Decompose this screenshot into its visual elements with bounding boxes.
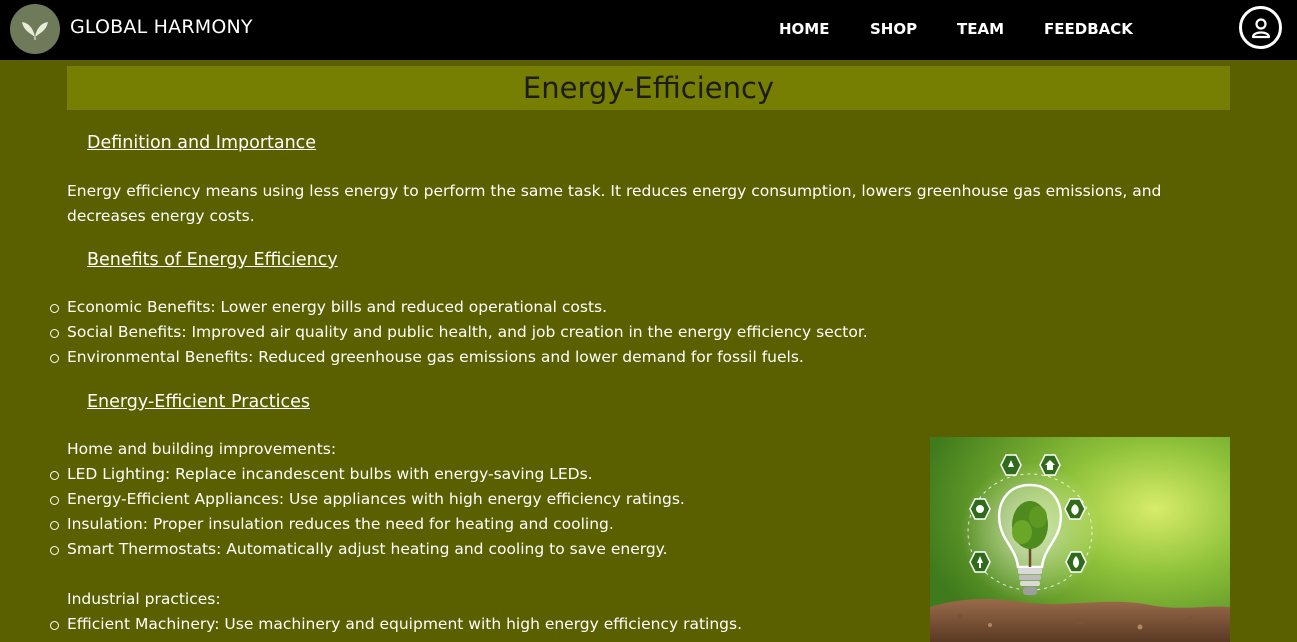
home-improvements-label: Home and building improvements: (67, 440, 337, 458)
section-heading-definition: Definition and Importance (87, 133, 317, 153)
user-account-button[interactable] (1239, 6, 1282, 49)
nav-home-link[interactable]: HOME (779, 20, 829, 38)
list-item: Economic Benefits: Lower energy bills an… (50, 295, 868, 320)
list-item: Smart Thermostats: Automatically adjust … (50, 537, 685, 562)
section-heading-practices: Energy-Efficient Practices (87, 392, 311, 412)
brand-name[interactable]: GLOBAL HARMONY (70, 16, 253, 38)
nav-feedback-link[interactable]: FEEDBACK (1044, 20, 1133, 38)
list-item: LED Lighting: Replace incandescent bulbs… (50, 462, 685, 487)
list-item: Environmental Benefits: Reduced greenhou… (50, 345, 868, 370)
page-title: Energy-Efficiency (67, 66, 1230, 110)
user-icon (1251, 17, 1270, 38)
definition-paragraph: Energy efficiency means using less energ… (67, 182, 1162, 225)
leaf-icon (22, 22, 48, 40)
top-navbar: GLOBAL HARMONY HOME SHOP TEAM FEEDBACK (0, 0, 1297, 60)
nav-team-link[interactable]: TEAM (957, 20, 1004, 38)
home-practices-list: LED Lighting: Replace incandescent bulbs… (50, 462, 685, 562)
section-heading-benefits: Benefits of Energy Efficiency (87, 250, 338, 270)
list-item: Social Benefits: Improved air quality an… (50, 320, 868, 345)
energy-bulb-image (930, 437, 1230, 642)
list-item: Energy-Efficient Appliances: Use applian… (50, 487, 685, 512)
brand-logo[interactable] (10, 4, 60, 54)
industrial-practices-label: Industrial practices: (67, 590, 221, 608)
nav-shop-link[interactable]: SHOP (870, 20, 917, 38)
industrial-practices-list: Efficient Machinery: Use machinery and e… (50, 612, 742, 637)
list-item: Efficient Machinery: Use machinery and e… (50, 612, 742, 637)
list-item: Insulation: Proper insulation reduces th… (50, 512, 685, 537)
benefits-list: Economic Benefits: Lower energy bills an… (50, 295, 868, 370)
